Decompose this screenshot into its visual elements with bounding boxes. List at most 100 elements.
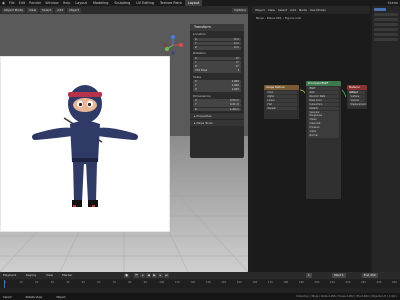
node-row[interactable]: Metallic bbox=[308, 106, 339, 110]
properties-panel-collapsed[interactable]: ▸ Properties bbox=[190, 111, 244, 119]
node-row[interactable]: Color bbox=[266, 90, 297, 94]
jump-end-icon[interactable]: ⏭ bbox=[164, 273, 169, 278]
rotation-x-field[interactable]: X 0° bbox=[193, 56, 241, 61]
timeline-tick-label: 110 bbox=[174, 281, 180, 284]
scale-z-field[interactable]: Z 1.000 bbox=[193, 88, 241, 93]
timeline-tick-label: 70 bbox=[112, 281, 116, 284]
transform-panel-title[interactable]: Transform bbox=[190, 24, 244, 31]
timeline-tick-label: 50 bbox=[81, 281, 85, 284]
add-menu[interactable]: Add bbox=[55, 7, 66, 13]
rotation-y-field[interactable]: Y 0° bbox=[193, 60, 241, 65]
node-material-output-title[interactable]: Material Output bbox=[347, 85, 367, 94]
node-row[interactable]: Subsurface bbox=[308, 102, 339, 106]
record-icon[interactable]: ● bbox=[124, 273, 129, 278]
gizmo-y-icon[interactable] bbox=[165, 47, 169, 51]
node-image-texture-title[interactable]: Image Texture bbox=[264, 85, 299, 90]
node-row[interactable]: Normal bbox=[308, 134, 339, 138]
left-leg bbox=[73, 162, 84, 202]
timeline-controls: Playback Keying View Marker ● ⏮ ◂ ◀ ▶ ▸ … bbox=[0, 272, 400, 279]
node-row[interactable]: Repeat bbox=[266, 106, 297, 110]
status-select: Select bbox=[3, 294, 12, 299]
dimensions-z-field[interactable]: Z 1.49 m bbox=[193, 107, 241, 112]
select-menu[interactable]: Select bbox=[40, 7, 54, 13]
timeline-tick-label: 10 bbox=[19, 281, 23, 284]
timeline-view-menu[interactable]: View bbox=[46, 273, 53, 278]
location-y-field[interactable]: Y0 m bbox=[193, 41, 241, 46]
ninja-character[interactable] bbox=[30, 80, 140, 220]
left-shoe-accent bbox=[73, 205, 76, 207]
dimensions-y-field[interactable]: Y 0.21 m bbox=[193, 103, 241, 108]
node-row[interactable]: GGX bbox=[308, 90, 339, 94]
jump-start-icon[interactable]: ⏮ bbox=[134, 273, 139, 278]
node-row[interactable]: Flat bbox=[266, 102, 297, 106]
timeline-tick-label: 90 bbox=[143, 281, 147, 284]
headband bbox=[68, 92, 102, 97]
node-row[interactable]: Volume bbox=[349, 98, 365, 102]
options-menu[interactable]: Options bbox=[232, 7, 248, 13]
dimensions-label: Dimensions bbox=[193, 93, 211, 98]
mode-selector[interactable]: Object Mode bbox=[2, 7, 25, 13]
keying-menu[interactable]: Keying bbox=[26, 273, 36, 278]
sidebar-n-panel: Transform Location X0 m Y0 m Z0 m Rotati… bbox=[190, 24, 244, 158]
timeline-tick-label: 240 bbox=[376, 281, 382, 284]
node-principled-bsdf[interactable]: Principled BSDF BSDF GGX Random Walk Bas… bbox=[305, 80, 342, 200]
marker-menu[interactable]: Marker bbox=[62, 273, 72, 278]
3d-viewport[interactable]: Object Mode View Select Add Object Optio… bbox=[0, 6, 248, 272]
timeline-tick-label: 30 bbox=[50, 281, 54, 284]
node-row[interactable]: Displacement bbox=[349, 102, 366, 106]
node-row[interactable]: Roughness bbox=[308, 114, 339, 118]
playback-menu[interactable]: Playback bbox=[3, 273, 16, 278]
torso bbox=[70, 121, 100, 164]
properties-line bbox=[374, 33, 398, 36]
right-shoe-accent bbox=[92, 205, 95, 207]
node-material-output[interactable]: Material Output All Surface Volume Displ… bbox=[346, 84, 368, 110]
timeline-tick-label: 220 bbox=[345, 281, 351, 284]
node-row[interactable]: Linear bbox=[266, 98, 297, 102]
node-image-texture[interactable]: Image Texture Color Alpha Linear Flat Re… bbox=[263, 84, 300, 120]
timeline-tick-label: 100 bbox=[159, 281, 165, 284]
node-row[interactable]: Base Color bbox=[308, 98, 339, 102]
timeline-tick-label: 230 bbox=[360, 281, 366, 284]
timeline[interactable]: Playback Keying View Marker ● ⏮ ◂ ◀ ▶ ▸ … bbox=[0, 272, 400, 300]
node-row[interactable]: BSDF bbox=[308, 86, 339, 90]
timeline-tick-label: 80 bbox=[128, 281, 132, 284]
node-principled-bsdf-title[interactable]: Principled BSDF bbox=[306, 81, 341, 86]
timeline-ruler[interactable]: 0102030405060708090100110120130140150160… bbox=[0, 280, 400, 288]
node-row[interactable]: Emission bbox=[308, 126, 339, 130]
play-reverse-icon[interactable]: ◀ bbox=[146, 273, 151, 278]
properties-tab-active[interactable] bbox=[374, 8, 386, 11]
left-pupil bbox=[78, 102, 83, 107]
rotation-label: Rotation bbox=[193, 51, 206, 56]
rotation-mode-dropdown[interactable]: XYZ Euler ▾ bbox=[193, 69, 241, 73]
timeline-tick-label: 190 bbox=[298, 281, 304, 284]
next-keyframe-icon[interactable]: ▸ bbox=[158, 273, 163, 278]
belt bbox=[72, 158, 98, 162]
node-row[interactable]: Random Walk bbox=[308, 94, 339, 98]
ninja-tools-panel-collapsed[interactable]: ▸ Ninja Tools bbox=[190, 118, 244, 126]
node-row[interactable]: Clearcoat bbox=[308, 122, 339, 126]
node-row[interactable]: Alpha bbox=[308, 130, 339, 134]
timeline-tick-label: 180 bbox=[283, 281, 289, 284]
prev-keyframe-icon[interactable]: ◂ bbox=[140, 273, 145, 278]
end-frame-field[interactable]: End 250 bbox=[362, 273, 378, 278]
location-x-field[interactable]: X0 m bbox=[193, 37, 241, 42]
status-object: Object bbox=[56, 294, 66, 299]
play-icon[interactable]: ▶ bbox=[152, 273, 157, 278]
start-frame-field[interactable]: Start 1 bbox=[332, 273, 346, 278]
gizmo-z-icon[interactable] bbox=[171, 35, 175, 39]
node-row[interactable]: Surface bbox=[349, 94, 365, 98]
gizmo-x-icon[interactable] bbox=[179, 43, 183, 47]
object-menu[interactable]: Object bbox=[67, 7, 81, 13]
playhead[interactable] bbox=[4, 280, 5, 288]
node-row[interactable]: Sheen bbox=[308, 118, 339, 122]
node-row[interactable]: Alpha bbox=[266, 94, 297, 98]
status-bar: Select Rotate View Object Collection | N… bbox=[0, 293, 400, 300]
current-frame-field[interactable]: 1 bbox=[306, 273, 312, 278]
navigation-gizmo[interactable] bbox=[162, 34, 184, 56]
right-pupil bbox=[87, 102, 92, 107]
view-menu[interactable]: View bbox=[26, 7, 39, 13]
properties-editor[interactable] bbox=[372, 6, 400, 272]
face bbox=[73, 98, 97, 112]
location-z-field[interactable]: Z0 m bbox=[193, 45, 241, 50]
node-row[interactable]: Specular bbox=[308, 110, 339, 114]
